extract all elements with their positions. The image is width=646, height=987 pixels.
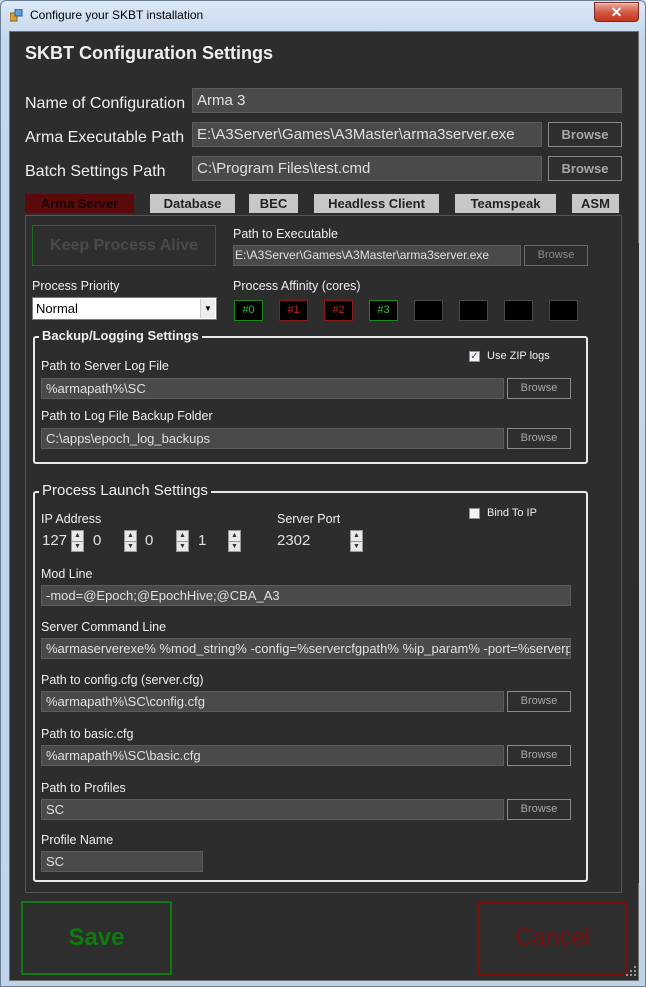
priority-select[interactable]: Normal ▼ bbox=[32, 297, 217, 320]
exe-path-label: Arma Executable Path bbox=[25, 129, 185, 146]
backup-group-title: Backup/Logging Settings bbox=[39, 328, 202, 343]
core-5-toggle[interactable] bbox=[459, 300, 488, 321]
exe-path-input[interactable]: E:\A3Server\Games\A3Master\arma3server.e… bbox=[192, 122, 542, 147]
profiles-label: Path to Profiles bbox=[41, 781, 126, 795]
priority-value: Normal bbox=[36, 301, 78, 316]
basic-cfg-label: Path to basic.cfg bbox=[41, 727, 134, 741]
batch-browse-button[interactable]: Browse bbox=[548, 156, 622, 181]
tab-headless-client[interactable]: Headless Client bbox=[314, 194, 439, 213]
config-cfg-browse-button[interactable]: Browse bbox=[507, 691, 571, 712]
exe-browse-button[interactable]: Browse bbox=[548, 122, 622, 147]
core-0-toggle[interactable]: #0 bbox=[234, 300, 263, 321]
profile-name-label: Profile Name bbox=[41, 833, 114, 847]
config-cfg-input[interactable]: %armapath%\SC\config.cfg bbox=[41, 691, 504, 712]
tab-database[interactable]: Database bbox=[150, 194, 235, 213]
save-button[interactable]: Save bbox=[21, 901, 172, 975]
batch-path-label: Batch Settings Path bbox=[25, 163, 166, 180]
config-cfg-label: Path to config.cfg (server.cfg) bbox=[41, 673, 204, 687]
client-area: SKBT Configuration Settings Name of Conf… bbox=[9, 31, 639, 981]
profiles-input[interactable]: SC bbox=[41, 799, 504, 820]
cancel-button[interactable]: Cancel bbox=[477, 901, 628, 975]
priority-label: Process Priority bbox=[32, 279, 120, 293]
keep-alive-button[interactable]: Keep Process Alive bbox=[32, 225, 216, 266]
chevron-down-icon[interactable]: ▼ bbox=[200, 299, 215, 318]
core-3-toggle[interactable]: #3 bbox=[369, 300, 398, 321]
profiles-browse-button[interactable]: Browse bbox=[507, 799, 571, 820]
core-2-toggle[interactable]: #2 bbox=[324, 300, 353, 321]
log-file-label: Path to Server Log File bbox=[41, 359, 169, 373]
use-zip-checkbox[interactable]: ✓ bbox=[469, 351, 480, 362]
scrollbar[interactable] bbox=[622, 243, 639, 883]
window-title: Configure your SKBT installation bbox=[30, 8, 204, 22]
app-icon bbox=[10, 9, 23, 22]
config-name-label: Name of Configuration bbox=[25, 95, 186, 112]
basic-cfg-input[interactable]: %armapath%\SC\basic.cfg bbox=[41, 745, 504, 766]
profile-name-input[interactable]: SC bbox=[41, 851, 203, 872]
log-browse-button[interactable]: Browse bbox=[507, 378, 571, 399]
ip-octet-2[interactable]: 0 bbox=[93, 532, 101, 549]
resize-grip-icon[interactable] bbox=[626, 966, 637, 977]
page-title: SKBT Configuration Settings bbox=[25, 43, 273, 63]
tab-bec[interactable]: BEC bbox=[249, 194, 298, 213]
basic-cfg-browse-button[interactable]: Browse bbox=[507, 745, 571, 766]
ip-octet-3-spinner[interactable]: ▲ ▼ bbox=[176, 530, 189, 552]
close-icon[interactable]: ✕ bbox=[594, 2, 639, 22]
mod-line-input[interactable]: -mod=@Epoch;@EpochHive;@CBA_A3 bbox=[41, 585, 571, 606]
core-4-toggle[interactable] bbox=[414, 300, 443, 321]
command-line-input[interactable]: %armaserverexe% %mod_string% -config=%se… bbox=[41, 638, 571, 659]
command-line-label: Server Command Line bbox=[41, 620, 167, 634]
config-name-input[interactable]: Arma 3 bbox=[192, 88, 622, 113]
ip-octet-2-spinner[interactable]: ▲ ▼ bbox=[124, 530, 137, 552]
port-input[interactable]: 2302 bbox=[277, 532, 310, 549]
app-window: Configure your SKBT installation ✕ SKBT … bbox=[0, 0, 646, 987]
ip-octet-4-spinner[interactable]: ▲ ▼ bbox=[228, 530, 241, 552]
ip-octet-1[interactable]: 127 bbox=[42, 532, 67, 549]
backup-folder-label: Path to Log File Backup Folder bbox=[41, 409, 213, 423]
ip-octet-3[interactable]: 0 bbox=[145, 532, 153, 549]
mod-line-label: Mod Line bbox=[41, 567, 93, 581]
backup-browse-button[interactable]: Browse bbox=[507, 428, 571, 449]
tab-asm[interactable]: ASM bbox=[572, 194, 619, 213]
affinity-label: Process Affinity (cores) bbox=[233, 279, 361, 293]
port-label: Server Port bbox=[277, 512, 341, 526]
launch-group-title: Process Launch Settings bbox=[39, 482, 211, 499]
bind-ip-checkbox[interactable] bbox=[469, 508, 480, 519]
core-7-toggle[interactable] bbox=[549, 300, 578, 321]
core-1-toggle[interactable]: #1 bbox=[279, 300, 308, 321]
backup-folder-input[interactable]: C:\apps\epoch_log_backups bbox=[41, 428, 504, 449]
tab-arma-server[interactable]: Arma Server bbox=[25, 194, 134, 213]
ip-label: IP Address bbox=[41, 512, 102, 526]
tab-teamspeak[interactable]: Teamspeak bbox=[455, 194, 556, 213]
executable-path-input[interactable]: E:\A3Server\Games\A3Master\arma3server.e… bbox=[233, 245, 521, 266]
core-6-toggle[interactable] bbox=[504, 300, 533, 321]
batch-path-input[interactable]: C:\Program Files\test.cmd bbox=[192, 156, 542, 181]
log-file-input[interactable]: %armapath%\SC bbox=[41, 378, 504, 399]
executable-browse-button[interactable]: Browse bbox=[524, 245, 588, 266]
ip-octet-1-spinner[interactable]: ▲ ▼ bbox=[71, 530, 84, 552]
port-spinner[interactable]: ▲ ▼ bbox=[350, 530, 363, 552]
use-zip-label: Use ZIP logs bbox=[487, 350, 550, 362]
ip-octet-4[interactable]: 1 bbox=[198, 532, 206, 549]
bind-ip-label: Bind To IP bbox=[487, 507, 537, 519]
title-bar[interactable]: Configure your SKBT installation ✕ bbox=[1, 1, 645, 31]
exe-label: Path to Executable bbox=[233, 227, 338, 241]
